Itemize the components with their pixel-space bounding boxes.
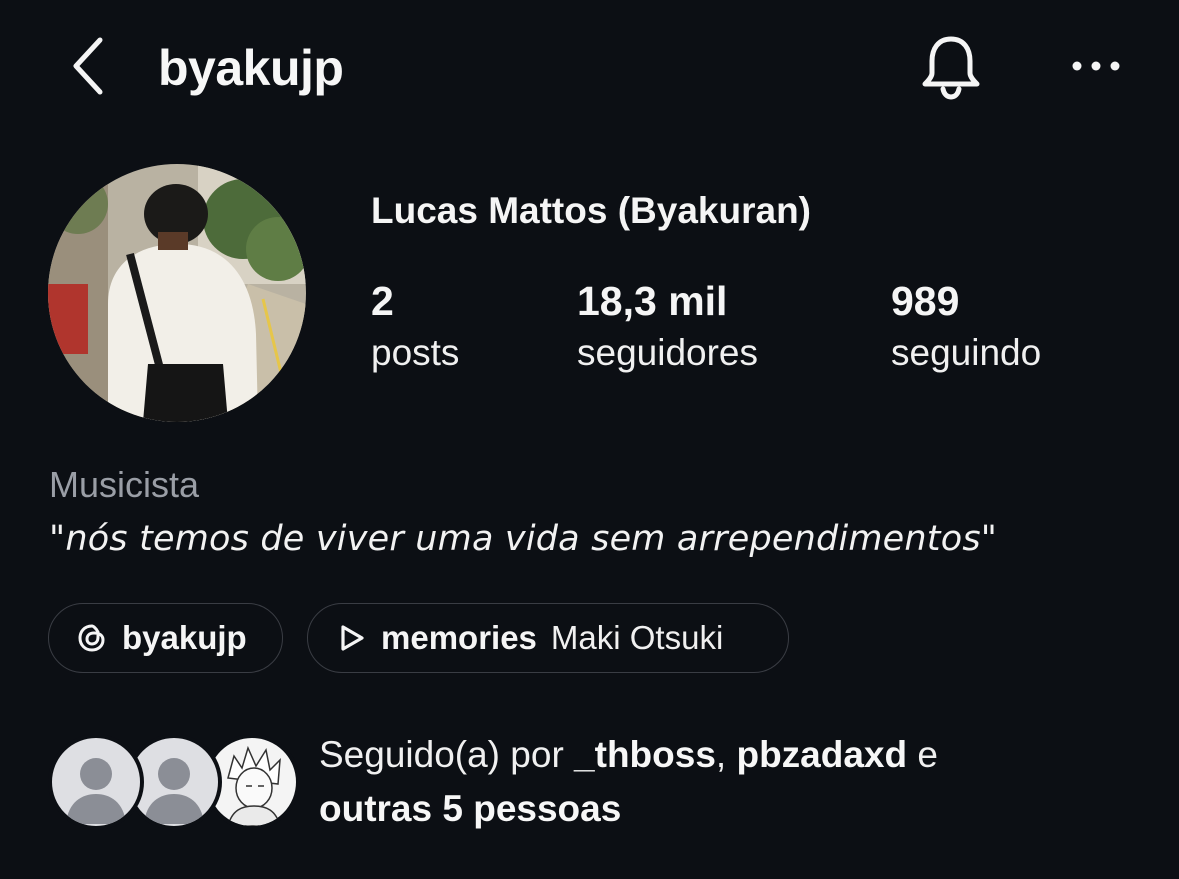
header-username: byakujp [158, 40, 344, 96]
followed-by-prefix: Seguido(a) por [319, 734, 575, 775]
profile-bio: "nós temos de viver uma vida sem arrepen… [49, 516, 997, 562]
posts-label: posts [371, 332, 460, 373]
posts-stat[interactable]: 2 posts [371, 276, 459, 380]
followed-by-text[interactable]: Seguido(a) por _thboss, pbzadaxd e outras… [319, 728, 1139, 836]
following-count: 989 [891, 278, 960, 324]
mutual-followers-avatars[interactable] [48, 734, 300, 830]
followers-label: seguidores [577, 332, 759, 373]
song-artist: Maki Otsuki [550, 619, 724, 656]
bio-open-quote: " [49, 519, 66, 559]
bell-icon [922, 36, 980, 100]
profile-header: byakujp [0, 0, 1179, 135]
profile-avatar[interactable] [48, 164, 306, 422]
play-icon [334, 621, 368, 655]
mutual-followers-others: outras 5 pessoas [319, 788, 622, 829]
avatar [48, 734, 144, 830]
threads-username: byakujp [122, 619, 247, 656]
mutual-follower-1: _thboss [574, 734, 716, 775]
followers-count: 18,3 mil [577, 278, 728, 324]
chevron-left-icon [73, 37, 103, 95]
bio-text: nós temos de viver uma vida sem arrepend… [65, 519, 981, 559]
threads-link-button[interactable]: byakujp [48, 603, 283, 673]
more-options-button[interactable] [1064, 40, 1128, 92]
posts-count: 2 [371, 278, 394, 324]
profile-category: Musicista [49, 464, 200, 505]
display-name: Lucas Mattos (Byakuran) [371, 190, 811, 231]
profile-page: byakujp Lucas Mattos (Byakuran) 2 posts … [0, 0, 1179, 879]
mutual-follower-2: pbzadaxd [736, 734, 908, 775]
back-button[interactable] [58, 34, 118, 98]
following-stat[interactable]: 989 seguindo [891, 276, 1041, 380]
followed-by-separator: , [715, 734, 737, 775]
profile-music-button[interactable]: memories Maki Otsuki [307, 603, 789, 673]
song-title: memories [381, 619, 537, 656]
bio-close-quote: " [980, 519, 998, 559]
followed-by-conjunction: e [907, 734, 938, 775]
more-horizontal-icon [1072, 61, 1120, 71]
threads-icon [75, 621, 109, 655]
followers-stat[interactable]: 18,3 mil seguidores [577, 276, 758, 380]
notifications-button[interactable] [912, 30, 990, 104]
following-label: seguindo [891, 332, 1042, 373]
